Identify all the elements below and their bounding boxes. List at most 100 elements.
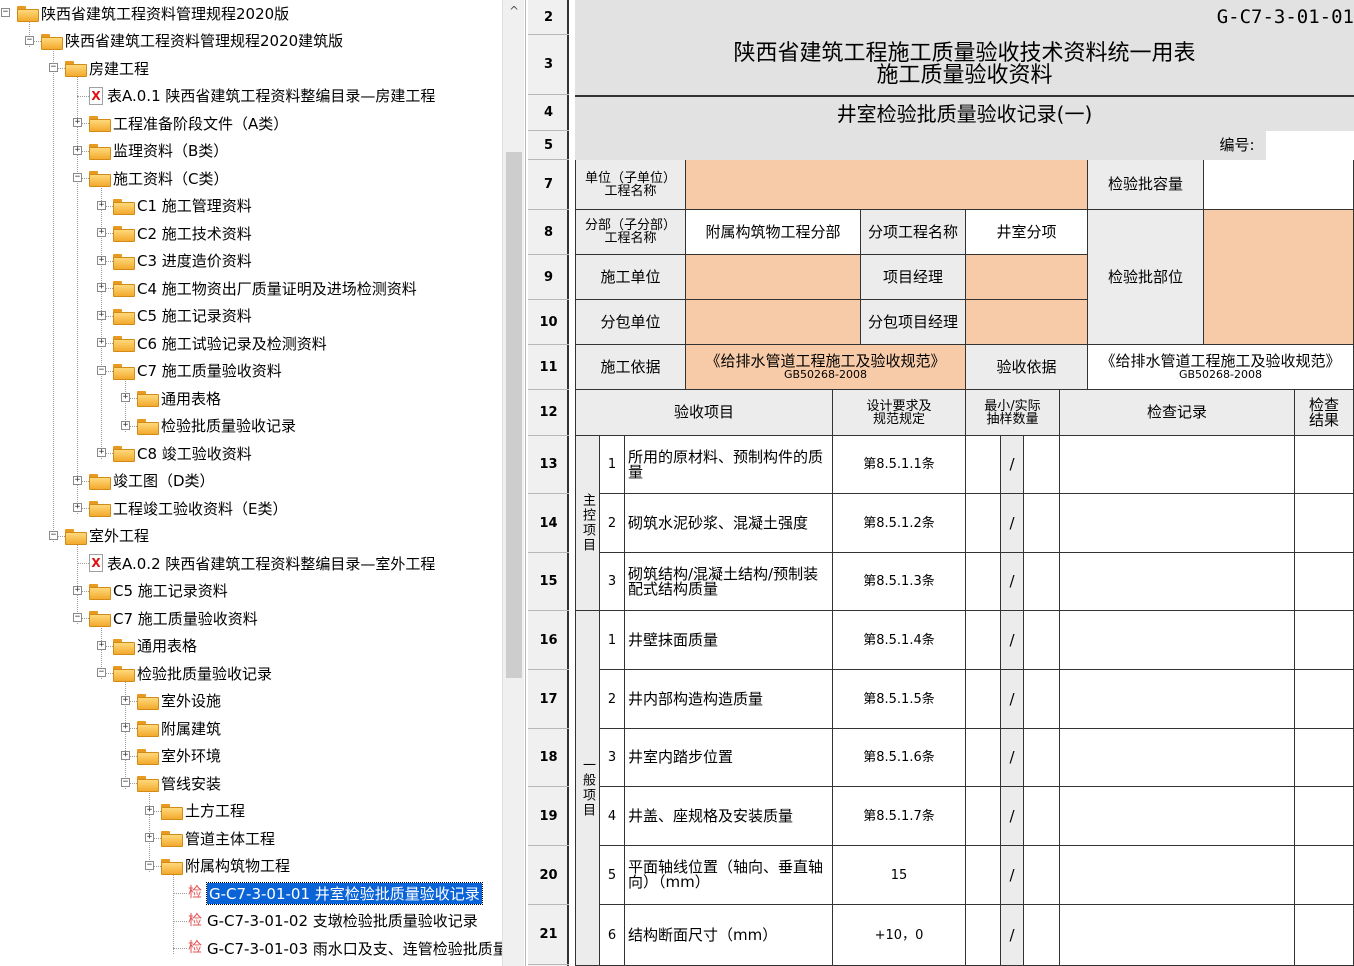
tree-node[interactable]: C4 施工物资出厂质量证明及进场检测资料 (113, 276, 417, 300)
tree-node[interactable]: 附属建筑 (137, 716, 221, 740)
expand-node-icon[interactable]: + (121, 695, 130, 705)
min-sample-input[interactable] (966, 611, 1001, 670)
tree-node[interactable]: C7 施工质量验收资料 (113, 359, 282, 383)
actual-sample-input[interactable] (1024, 670, 1060, 729)
collapse-node-icon[interactable]: − (121, 778, 130, 787)
min-sample-input[interactable] (966, 905, 1001, 966)
row-number[interactable]: 20 (528, 846, 569, 905)
capacity-input[interactable] (1204, 160, 1354, 210)
check-result-input[interactable] (1295, 787, 1354, 846)
row-number[interactable]: 21 (528, 905, 569, 965)
expand-node-icon[interactable]: + (73, 118, 82, 127)
expand-node-icon[interactable]: + (97, 228, 106, 237)
actual-sample-input[interactable] (1024, 553, 1060, 611)
expand-node-icon[interactable]: + (97, 640, 106, 650)
expand-node-icon[interactable]: + (97, 283, 106, 292)
row-number[interactable]: 9 (528, 255, 569, 300)
expand-node-icon[interactable]: + (73, 503, 82, 512)
actual-sample-input[interactable] (1024, 729, 1060, 787)
check-record-input[interactable] (1060, 905, 1295, 966)
tree-node[interactable]: 检 G-C7-3-01-01 井室检验批质量验收记录 (185, 881, 483, 905)
min-sample-input[interactable] (966, 729, 1001, 787)
min-sample-input[interactable] (966, 494, 1001, 553)
expand-node-icon[interactable]: + (97, 310, 106, 320)
expand-node-icon[interactable]: + (121, 393, 130, 402)
row-number[interactable]: 4 (528, 95, 569, 131)
expand-node-icon[interactable]: + (121, 420, 130, 430)
tree-node[interactable]: 施工资料（C类） (89, 166, 228, 190)
unit-input[interactable] (686, 160, 1088, 210)
min-sample-input[interactable] (966, 436, 1001, 494)
tree-node[interactable]: C5 施工记录资料 (89, 579, 228, 603)
check-record-input[interactable] (1060, 670, 1295, 729)
tree-node[interactable]: 室外工程 (65, 524, 149, 548)
tree-node[interactable]: 管线安装 (137, 771, 221, 795)
collapse-node-icon[interactable]: − (49, 530, 58, 540)
number-input[interactable] (1266, 131, 1354, 160)
actual-sample-input[interactable] (1024, 436, 1060, 494)
check-record-input[interactable] (1060, 787, 1295, 846)
tree-node[interactable]: 附属构筑物工程 (161, 854, 290, 878)
row-number[interactable]: 10 (528, 300, 569, 345)
actual-sample-input[interactable] (1024, 611, 1060, 670)
tree-node[interactable]: 陕西省建筑工程资料管理规程2020版 (17, 1, 289, 25)
location-input[interactable] (1204, 210, 1354, 345)
actual-sample-input[interactable] (1024, 494, 1060, 553)
check-result-input[interactable] (1295, 670, 1354, 729)
collapse-node-icon[interactable]: − (25, 35, 34, 45)
tree-node[interactable]: 监理资料（B类） (89, 139, 228, 163)
tree-vertical-scrollbar[interactable]: ^ (502, 0, 524, 966)
pm-input[interactable] (966, 255, 1088, 300)
row-number[interactable]: 17 (528, 670, 569, 729)
tree-node[interactable]: 室外设施 (137, 689, 221, 713)
min-sample-input[interactable] (966, 787, 1001, 846)
tree-node[interactable]: 检 G-C7-3-01-03 雨水口及支、连管检验批质量 (185, 936, 508, 960)
sub-input[interactable] (686, 300, 861, 345)
row-number[interactable]: 15 (528, 553, 569, 611)
tree-node[interactable]: C2 施工技术资料 (113, 221, 252, 245)
tree-node[interactable]: C7 施工质量验收资料 (89, 606, 258, 630)
tree-node[interactable]: 工程准备阶段文件（A类） (89, 111, 288, 135)
check-result-input[interactable] (1295, 729, 1354, 787)
tree-node[interactable]: 竣工图（D类） (89, 469, 215, 493)
actual-sample-input[interactable] (1024, 787, 1060, 846)
expand-node-icon[interactable]: + (97, 338, 106, 347)
tree-node[interactable]: C8 竣工验收资料 (113, 441, 252, 465)
check-result-input[interactable] (1295, 436, 1354, 494)
row-number[interactable]: 3 (528, 35, 569, 95)
row-number[interactable]: 8 (528, 210, 569, 255)
tree-node[interactable]: 陕西省建筑工程资料管理规程2020建筑版 (41, 29, 343, 53)
tree-node[interactable]: C6 施工试验记录及检测资料 (113, 331, 327, 355)
tree-node[interactable]: 通用表格 (113, 634, 197, 658)
row-number[interactable]: 11 (528, 345, 569, 390)
actual-sample-input[interactable] (1024, 905, 1060, 966)
tree-node[interactable]: 房建工程 (65, 56, 149, 80)
expand-node-icon[interactable]: + (97, 255, 106, 265)
tree-node[interactable]: 管道主体工程 (161, 826, 275, 850)
tree-node[interactable]: X 表A.0.2 陕西省建筑工程资料整编目录—室外工程 (89, 551, 435, 575)
expand-node-icon[interactable]: + (97, 448, 106, 457)
collapse-node-icon[interactable]: − (97, 365, 106, 375)
sub-pm-input[interactable] (966, 300, 1088, 345)
contractor-input[interactable] (686, 255, 861, 300)
tree-node[interactable]: 检验批质量验收记录 (137, 414, 296, 438)
tree-node[interactable]: 工程竣工验收资料（E类） (89, 496, 287, 520)
check-record-input[interactable] (1060, 611, 1295, 670)
min-sample-input[interactable] (966, 553, 1001, 611)
collapse-node-icon[interactable]: − (1, 8, 10, 17)
collapse-node-icon[interactable]: − (97, 668, 106, 677)
check-record-input[interactable] (1060, 494, 1295, 553)
check-record-input[interactable] (1060, 436, 1295, 494)
expand-node-icon[interactable]: + (97, 200, 106, 210)
actual-sample-input[interactable] (1024, 846, 1060, 905)
row-number[interactable]: 5 (528, 131, 569, 160)
tree-node[interactable]: 检验批质量验收记录 (113, 661, 272, 685)
row-number[interactable]: 2 (528, 0, 569, 35)
check-result-input[interactable] (1295, 494, 1354, 553)
tree-node[interactable]: C3 进度造价资料 (113, 249, 252, 273)
expand-node-icon[interactable]: + (145, 833, 154, 842)
tree-node[interactable]: C5 施工记录资料 (113, 304, 252, 328)
check-record-input[interactable] (1060, 553, 1295, 611)
expand-node-icon[interactable]: + (73, 475, 82, 485)
check-result-input[interactable] (1295, 553, 1354, 611)
